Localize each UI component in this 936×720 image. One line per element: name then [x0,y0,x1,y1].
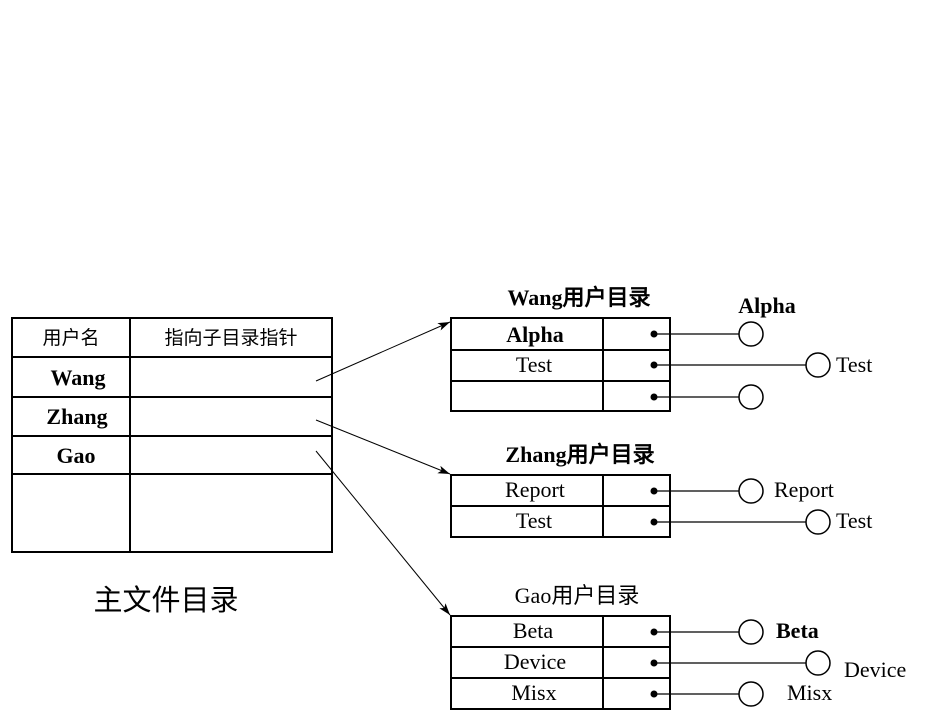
entry-name: Report [505,477,565,502]
user-name-gao: Gao [56,443,95,468]
file-node-icon [805,650,831,676]
user-name-zhang: Zhang [46,404,107,429]
master-directory-caption: 主文件目录 [93,583,238,617]
file-node-icon [738,478,764,504]
file-node-icon [738,321,764,347]
zhang-user-directory: Zhang用户目录 Report Test Report Test [450,442,872,538]
two-level-directory-diagram: 用户名 指向子目录指针 Wang Zhang Gao 主文件目录 Wang用户目… [11,285,906,710]
directory-title: Zhang用户目录 [505,442,654,467]
entry-name: Test [516,508,552,533]
pointer-arrow-wang [315,321,451,382]
wang-user-directory: Wang用户目录 Alpha Test Alpha Test [450,285,872,412]
file-label: Misx [787,680,832,705]
entry-name: Beta [513,618,554,643]
entry-name: Misx [511,680,556,705]
file-label: Report [774,477,834,502]
file-label: Beta [776,618,819,643]
file-label: Alpha [738,293,795,318]
master-directory-table: 用户名 指向子目录指针 Wang Zhang Gao [11,317,333,553]
header-subdirectory-pointer: 指向子目录指针 [164,327,297,349]
pointer-arrow-zhang [315,419,451,475]
file-node-icon [738,681,764,707]
file-node-icon [738,619,764,645]
entry-name: Alpha [506,322,563,347]
header-username: 用户名 [42,327,99,349]
directory-title: Wang用户目录 [507,285,650,310]
pointer-arrow-gao [315,450,451,616]
user-name-wang: Wang [50,365,105,390]
entry-name: Test [516,352,552,377]
gao-user-directory: Gao用户目录 Beta Device Misx Beta Device Mis… [450,583,906,710]
file-node-icon [805,509,831,535]
directory-title: Gao用户目录 [515,583,640,608]
file-node-icon [805,352,831,378]
file-label: Test [836,508,872,533]
file-node-icon [738,384,764,410]
entry-name: Device [504,649,566,674]
file-label: Test [836,352,872,377]
file-label: Device [844,657,906,682]
